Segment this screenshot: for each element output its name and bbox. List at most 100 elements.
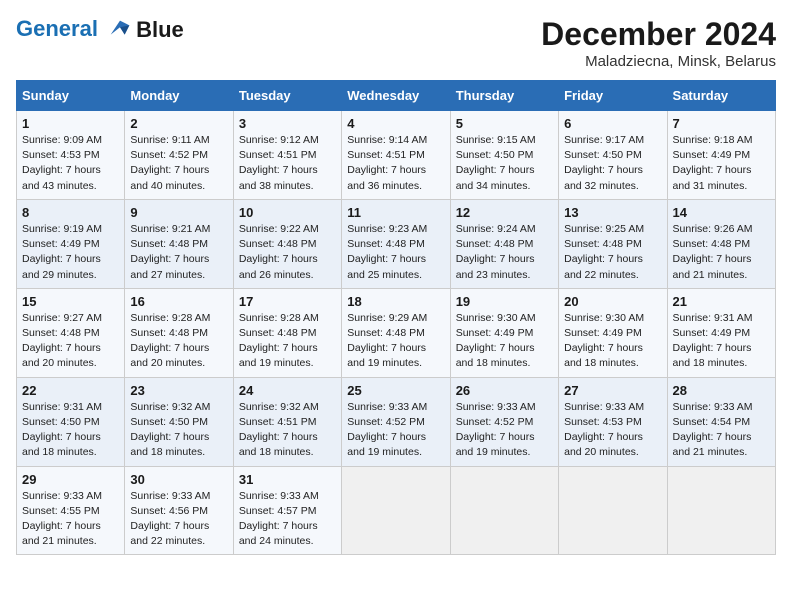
sunrise-time: 9:33 AM: [497, 401, 536, 413]
sunset-label: Sunset:: [673, 238, 712, 250]
sunrise-time: 9:26 AM: [714, 223, 753, 235]
day-info: Sunrise: 9:31 AM Sunset: 4:50 PM Dayligh…: [22, 400, 119, 461]
sunset-label: Sunset:: [564, 149, 603, 161]
sunset-label: Sunset:: [347, 416, 386, 428]
day-number: 18: [347, 294, 444, 309]
sunrise-time: 9:12 AM: [280, 134, 319, 146]
day-number: 8: [22, 205, 119, 220]
sunset-label: Sunset:: [456, 149, 495, 161]
sunrise-time: 9:28 AM: [172, 312, 211, 324]
calendar-day-cell: 19 Sunrise: 9:30 AM Sunset: 4:49 PM Dayl…: [450, 288, 558, 377]
sunset-time: 4:57 PM: [277, 505, 316, 517]
daylight-label: Daylight: 7 hours and 23 minutes.: [456, 253, 535, 280]
sunrise-label: Sunrise:: [239, 490, 280, 502]
sunset-label: Sunset:: [456, 327, 495, 339]
day-number: 26: [456, 383, 553, 398]
sunrise-time: 9:33 AM: [389, 401, 428, 413]
calendar-day-cell: [667, 466, 775, 555]
day-number: 9: [130, 205, 227, 220]
sunset-time: 4:48 PM: [494, 238, 533, 250]
sunset-time: 4:48 PM: [603, 238, 642, 250]
sunset-label: Sunset:: [22, 416, 61, 428]
sunrise-label: Sunrise:: [347, 312, 388, 324]
sunset-label: Sunset:: [22, 327, 61, 339]
day-number: 23: [130, 383, 227, 398]
sunrise-time: 9:29 AM: [389, 312, 428, 324]
sunrise-label: Sunrise:: [130, 401, 171, 413]
sunrise-time: 9:09 AM: [63, 134, 102, 146]
title-area: December 2024 Maladziecna, Minsk, Belaru…: [541, 16, 776, 70]
sunrise-label: Sunrise:: [347, 401, 388, 413]
day-info: Sunrise: 9:33 AM Sunset: 4:56 PM Dayligh…: [130, 489, 227, 550]
daylight-label: Daylight: 7 hours and 18 minutes.: [673, 342, 752, 369]
sunrise-label: Sunrise:: [239, 134, 280, 146]
daylight-label: Daylight: 7 hours and 25 minutes.: [347, 253, 426, 280]
sunrise-label: Sunrise:: [564, 312, 605, 324]
day-number: 10: [239, 205, 336, 220]
daylight-label: Daylight: 7 hours and 27 minutes.: [130, 253, 209, 280]
sunrise-time: 9:33 AM: [714, 401, 753, 413]
calendar-day-cell: 13 Sunrise: 9:25 AM Sunset: 4:48 PM Dayl…: [559, 199, 667, 288]
sunrise-label: Sunrise:: [456, 134, 497, 146]
day-info: Sunrise: 9:33 AM Sunset: 4:52 PM Dayligh…: [456, 400, 553, 461]
sunrise-time: 9:22 AM: [280, 223, 319, 235]
calendar-day-cell: 31 Sunrise: 9:33 AM Sunset: 4:57 PM Dayl…: [233, 466, 341, 555]
sunrise-label: Sunrise:: [456, 312, 497, 324]
day-number: 30: [130, 472, 227, 487]
sunset-time: 4:52 PM: [494, 416, 533, 428]
sunrise-time: 9:32 AM: [172, 401, 211, 413]
sunrise-label: Sunrise:: [456, 401, 497, 413]
sunset-time: 4:51 PM: [386, 149, 425, 161]
calendar-day-cell: 18 Sunrise: 9:29 AM Sunset: 4:48 PM Dayl…: [342, 288, 450, 377]
sunset-time: 4:49 PM: [494, 327, 533, 339]
sunrise-time: 9:31 AM: [63, 401, 102, 413]
calendar-day-cell: 3 Sunrise: 9:12 AM Sunset: 4:51 PM Dayli…: [233, 111, 341, 200]
calendar-day-cell: 24 Sunrise: 9:32 AM Sunset: 4:51 PM Dayl…: [233, 377, 341, 466]
daylight-label: Daylight: 7 hours and 24 minutes.: [239, 520, 318, 547]
day-info: Sunrise: 9:33 AM Sunset: 4:52 PM Dayligh…: [347, 400, 444, 461]
daylight-label: Daylight: 7 hours and 18 minutes.: [22, 431, 101, 458]
calendar-day-cell: 10 Sunrise: 9:22 AM Sunset: 4:48 PM Dayl…: [233, 199, 341, 288]
day-info: Sunrise: 9:28 AM Sunset: 4:48 PM Dayligh…: [130, 311, 227, 372]
calendar-week-row: 22 Sunrise: 9:31 AM Sunset: 4:50 PM Dayl…: [17, 377, 776, 466]
daylight-label: Daylight: 7 hours and 32 minutes.: [564, 164, 643, 191]
sunset-label: Sunset:: [239, 505, 278, 517]
daylight-label: Daylight: 7 hours and 18 minutes.: [456, 342, 535, 369]
sunrise-label: Sunrise:: [673, 401, 714, 413]
sunset-time: 4:53 PM: [603, 416, 642, 428]
day-info: Sunrise: 9:15 AM Sunset: 4:50 PM Dayligh…: [456, 133, 553, 194]
calendar-day-cell: 27 Sunrise: 9:33 AM Sunset: 4:53 PM Dayl…: [559, 377, 667, 466]
month-title: December 2024: [541, 16, 776, 53]
sunrise-time: 9:31 AM: [714, 312, 753, 324]
sunrise-label: Sunrise:: [239, 312, 280, 324]
weekday-header: Wednesday: [342, 81, 450, 111]
day-info: Sunrise: 9:28 AM Sunset: 4:48 PM Dayligh…: [239, 311, 336, 372]
day-number: 1: [22, 116, 119, 131]
day-number: 19: [456, 294, 553, 309]
calendar-day-cell: 11 Sunrise: 9:23 AM Sunset: 4:48 PM Dayl…: [342, 199, 450, 288]
sunrise-time: 9:23 AM: [389, 223, 428, 235]
day-info: Sunrise: 9:32 AM Sunset: 4:50 PM Dayligh…: [130, 400, 227, 461]
day-info: Sunrise: 9:23 AM Sunset: 4:48 PM Dayligh…: [347, 222, 444, 283]
sunset-time: 4:50 PM: [603, 149, 642, 161]
sunset-time: 4:49 PM: [711, 149, 750, 161]
sunrise-time: 9:33 AM: [172, 490, 211, 502]
sunset-label: Sunset:: [239, 327, 278, 339]
sunrise-time: 9:25 AM: [606, 223, 645, 235]
sunset-label: Sunset:: [130, 238, 169, 250]
sunrise-label: Sunrise:: [564, 223, 605, 235]
day-info: Sunrise: 9:33 AM Sunset: 4:55 PM Dayligh…: [22, 489, 119, 550]
daylight-label: Daylight: 7 hours and 43 minutes.: [22, 164, 101, 191]
day-info: Sunrise: 9:18 AM Sunset: 4:49 PM Dayligh…: [673, 133, 770, 194]
daylight-label: Daylight: 7 hours and 26 minutes.: [239, 253, 318, 280]
day-number: 29: [22, 472, 119, 487]
calendar-week-row: 8 Sunrise: 9:19 AM Sunset: 4:49 PM Dayli…: [17, 199, 776, 288]
daylight-label: Daylight: 7 hours and 22 minutes.: [564, 253, 643, 280]
sunset-time: 4:56 PM: [169, 505, 208, 517]
sunrise-time: 9:33 AM: [280, 490, 319, 502]
day-info: Sunrise: 9:30 AM Sunset: 4:49 PM Dayligh…: [456, 311, 553, 372]
sunrise-label: Sunrise:: [130, 312, 171, 324]
sunrise-label: Sunrise:: [239, 223, 280, 235]
day-number: 4: [347, 116, 444, 131]
sunrise-label: Sunrise:: [673, 312, 714, 324]
